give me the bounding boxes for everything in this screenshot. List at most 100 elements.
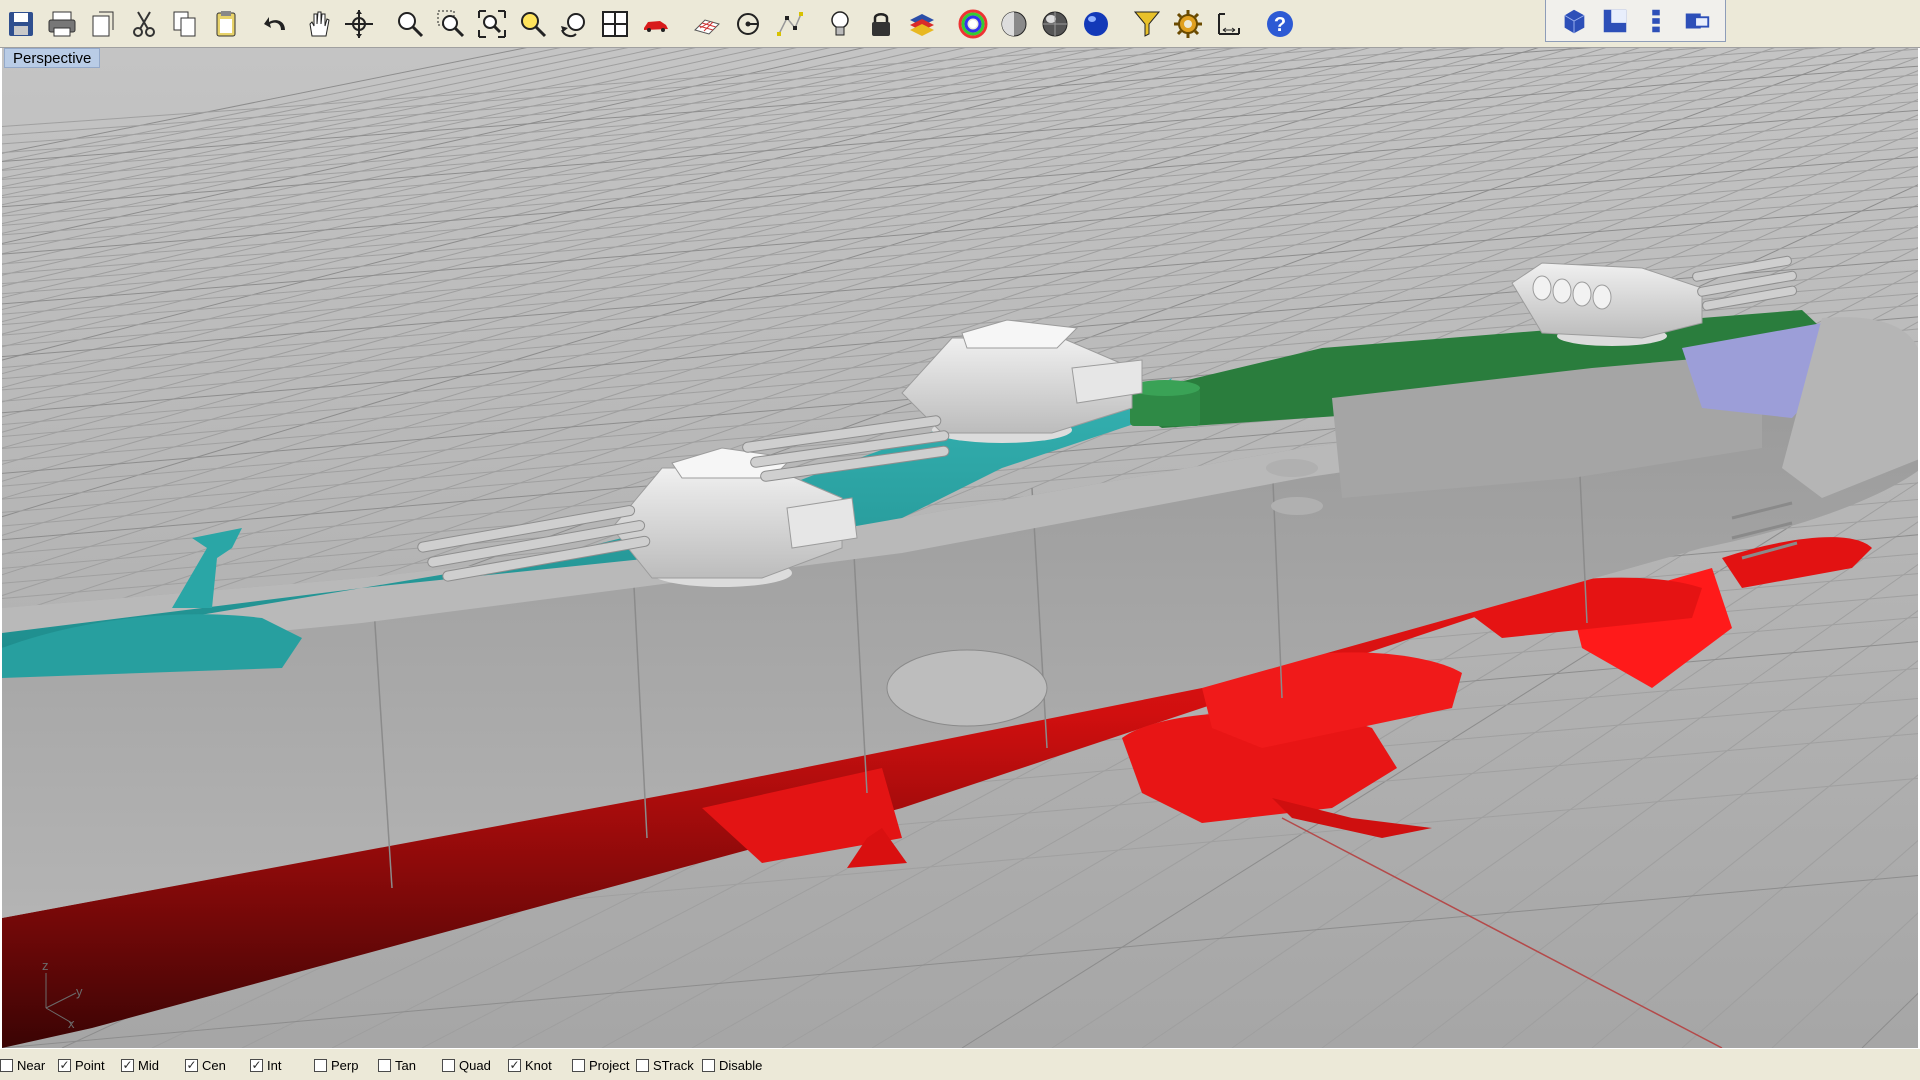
paste-icon bbox=[216, 11, 235, 37]
osnap-checkbox[interactable] bbox=[378, 1058, 391, 1072]
cut-icon bbox=[132, 11, 155, 37]
osnap-checkbox[interactable]: ✓ bbox=[58, 1058, 71, 1072]
perspective-viewport[interactable]: z y x Perspective bbox=[0, 48, 1920, 1048]
zoom-icon bbox=[397, 12, 423, 38]
zoom-selected-button[interactable] bbox=[512, 4, 553, 44]
undo-button[interactable] bbox=[256, 4, 297, 44]
points-icon bbox=[776, 12, 803, 36]
side-blister-small-2 bbox=[1271, 497, 1323, 515]
osnap-checkbox[interactable] bbox=[702, 1058, 715, 1072]
car-model-icon bbox=[643, 21, 668, 32]
points-button[interactable] bbox=[768, 4, 809, 44]
lock-button[interactable] bbox=[860, 4, 901, 44]
osnap-label: Point bbox=[75, 1057, 105, 1073]
osnap-checkbox[interactable]: ✓ bbox=[250, 1058, 263, 1072]
osnap-label: Disable bbox=[719, 1057, 763, 1073]
svg-text:?: ? bbox=[1273, 14, 1285, 36]
save-icon bbox=[8, 12, 33, 36]
help-button[interactable]: ? bbox=[1259, 4, 1300, 44]
vertical-split-button[interactable] bbox=[1638, 4, 1674, 38]
color-wheel-icon bbox=[958, 9, 987, 39]
dimensions-icon bbox=[1217, 13, 1240, 35]
four-viewports-icon bbox=[601, 11, 628, 37]
horizontal-split-button[interactable] bbox=[1679, 4, 1715, 38]
osnap-near[interactable]: Near bbox=[0, 1055, 45, 1075]
side-blister-small-1 bbox=[1266, 459, 1318, 477]
rendered-sphere-icon bbox=[1042, 11, 1067, 37]
osnap-int[interactable]: ✓ Int bbox=[250, 1055, 281, 1075]
save-button[interactable] bbox=[0, 4, 41, 44]
lightbulb-icon bbox=[830, 11, 849, 36]
pan-hand-button[interactable] bbox=[297, 4, 338, 44]
layers-icon bbox=[909, 14, 934, 36]
osnap-checkbox[interactable]: ✓ bbox=[185, 1058, 198, 1072]
osnap-label: Knot bbox=[525, 1057, 552, 1073]
print-button[interactable] bbox=[41, 4, 82, 44]
osnap-label: Cen bbox=[202, 1057, 226, 1073]
osnap-checkbox[interactable] bbox=[572, 1058, 585, 1072]
cut-button[interactable] bbox=[123, 4, 164, 44]
osnap-checkbox[interactable]: ✓ bbox=[121, 1058, 134, 1072]
osnap-perp[interactable]: Perp bbox=[314, 1055, 358, 1075]
main-toolbar: ? bbox=[0, 0, 1920, 48]
osnap-project[interactable]: Project bbox=[572, 1055, 629, 1075]
zoom-extents-icon bbox=[477, 10, 506, 38]
osnap-mid[interactable]: ✓ Mid bbox=[121, 1055, 159, 1075]
copy-to-clipboard-button[interactable] bbox=[82, 4, 123, 44]
select-filter-button[interactable] bbox=[1126, 4, 1167, 44]
blue-sphere-button[interactable] bbox=[1075, 4, 1116, 44]
undo-view-button[interactable] bbox=[553, 4, 594, 44]
osnap-point[interactable]: ✓ Point bbox=[58, 1055, 105, 1075]
rendered-sphere-button[interactable] bbox=[1034, 4, 1075, 44]
shaded-sphere-button[interactable] bbox=[993, 4, 1034, 44]
paste-button[interactable] bbox=[205, 4, 246, 44]
copy-button[interactable] bbox=[164, 4, 205, 44]
toolbar-separator bbox=[809, 4, 819, 44]
zoom-window-button[interactable] bbox=[430, 4, 471, 44]
color-wheel-button[interactable] bbox=[952, 4, 993, 44]
viewport-title-tab[interactable]: Perspective bbox=[4, 48, 101, 68]
osnap-disable[interactable]: Disable bbox=[702, 1055, 762, 1075]
axis-label-y: y bbox=[76, 984, 83, 999]
osnap-strack[interactable]: STrack bbox=[636, 1055, 694, 1075]
four-viewports-button[interactable] bbox=[594, 4, 635, 44]
cube-view-button[interactable] bbox=[1556, 4, 1592, 38]
toolbar-separator bbox=[246, 4, 256, 44]
shaded-sphere-icon bbox=[1001, 11, 1026, 37]
copy-icon bbox=[173, 11, 195, 37]
osnap-checkbox[interactable] bbox=[636, 1058, 649, 1072]
rotate-view-icon bbox=[344, 10, 373, 38]
toolbar-separator bbox=[1249, 4, 1259, 44]
toolbar-separator bbox=[1116, 4, 1126, 44]
osnap-checkbox[interactable] bbox=[314, 1058, 327, 1072]
osnap-cen[interactable]: ✓ Cen bbox=[185, 1055, 226, 1075]
options-gear-button[interactable] bbox=[1167, 4, 1208, 44]
lightbulb-button[interactable] bbox=[819, 4, 860, 44]
rotate-view-button[interactable] bbox=[338, 4, 379, 44]
select-point-button[interactable] bbox=[727, 4, 768, 44]
osnap-quad[interactable]: Quad bbox=[442, 1055, 491, 1075]
front-view-icon bbox=[1603, 9, 1627, 32]
front-view-button[interactable] bbox=[1597, 4, 1633, 38]
osnap-checkbox[interactable] bbox=[442, 1058, 455, 1072]
dimensions-button[interactable] bbox=[1208, 4, 1249, 44]
layers-button[interactable] bbox=[901, 4, 942, 44]
osnap-knot[interactable]: ✓ Knot bbox=[508, 1055, 552, 1075]
toolbar-separator bbox=[942, 4, 952, 44]
undo-icon bbox=[263, 17, 285, 30]
toolbar-separator bbox=[379, 4, 389, 44]
zoom-button[interactable] bbox=[389, 4, 430, 44]
lock-icon bbox=[871, 13, 890, 36]
car-model-button[interactable] bbox=[635, 4, 676, 44]
osnap-label: Mid bbox=[138, 1057, 159, 1073]
osnap-tan[interactable]: Tan bbox=[378, 1055, 416, 1075]
osnap-checkbox[interactable]: ✓ bbox=[508, 1058, 521, 1072]
viewport-scene[interactable]: z y x bbox=[2, 48, 1920, 1048]
grid-plane-icon bbox=[693, 19, 720, 35]
options-gear-icon bbox=[1173, 10, 1202, 38]
copy-to-clipboard-icon bbox=[92, 11, 113, 37]
osnap-checkbox[interactable] bbox=[0, 1058, 13, 1072]
zoom-extents-button[interactable] bbox=[471, 4, 512, 44]
grid-plane-button[interactable] bbox=[686, 4, 727, 44]
toolbar-separator bbox=[676, 4, 686, 44]
